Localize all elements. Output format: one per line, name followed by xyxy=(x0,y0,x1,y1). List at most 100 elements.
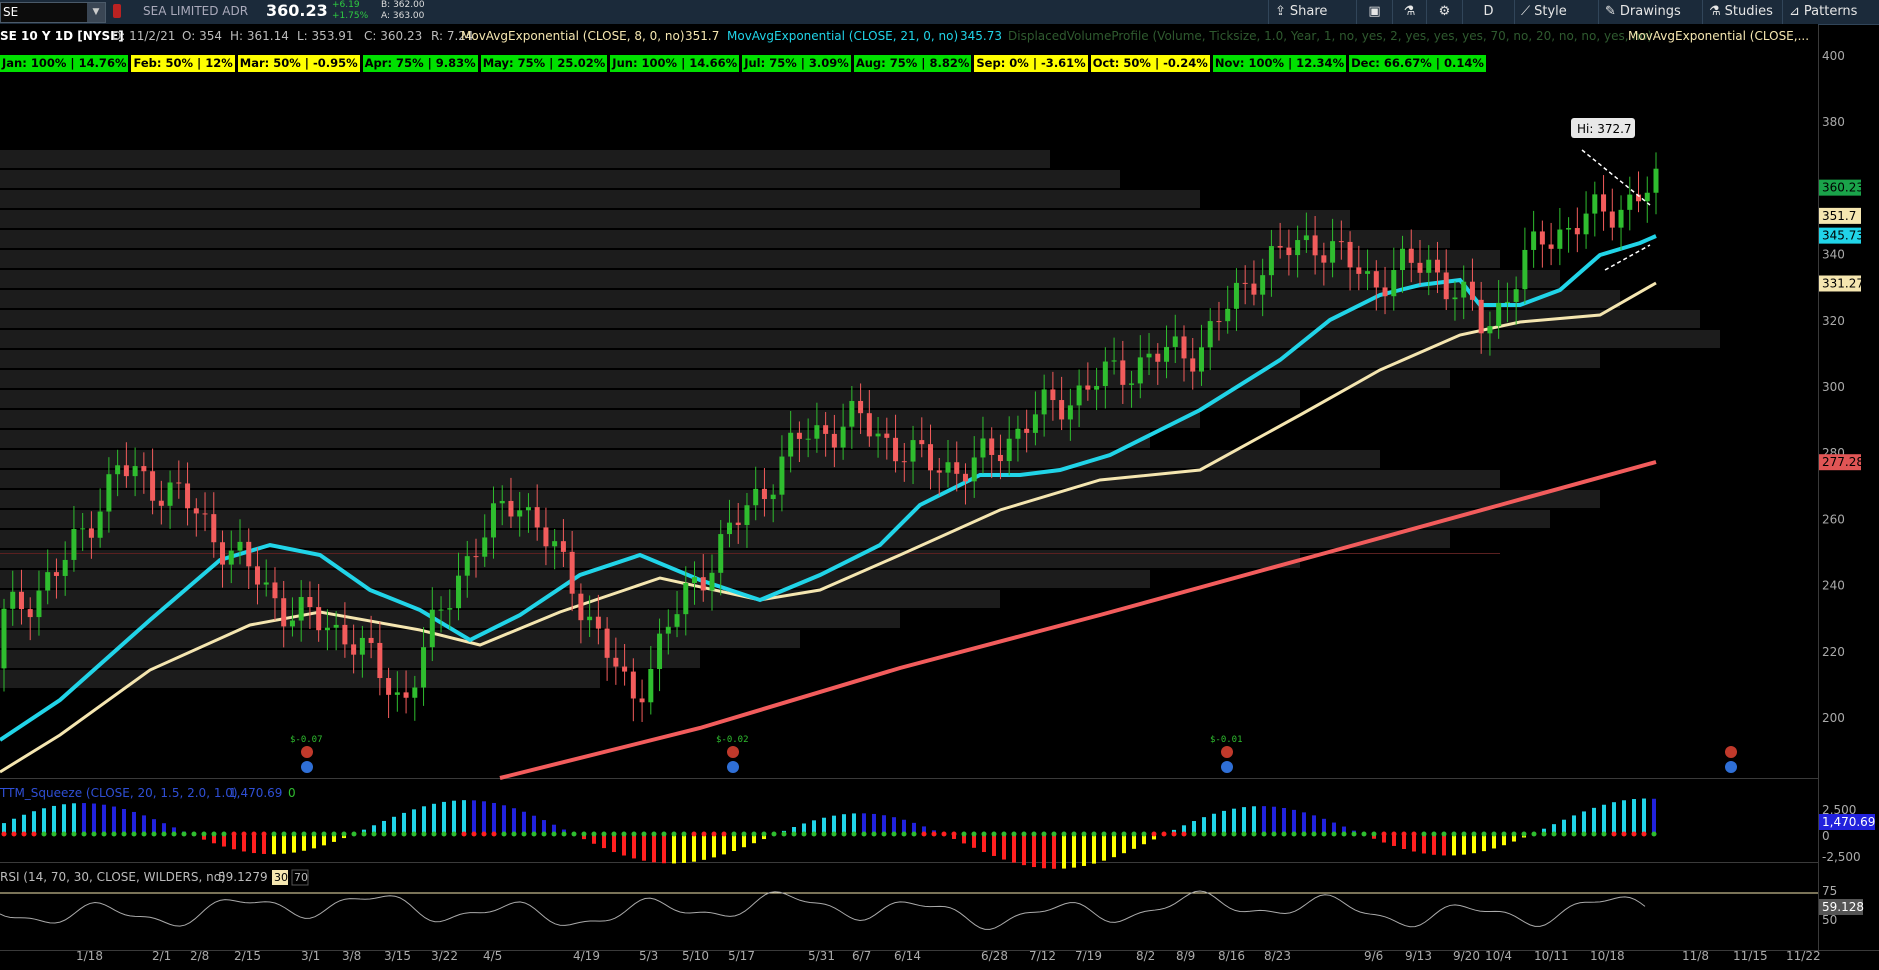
dvp-label[interactable]: DisplacedVolumeProfile (Volume, Ticksize… xyxy=(1008,24,1652,49)
squeeze-bar xyxy=(482,801,486,834)
dividend-icon[interactable] xyxy=(301,746,313,758)
price-axis-label: 240 xyxy=(1822,579,1845,593)
layout-icon: ▣ xyxy=(1368,4,1381,19)
squeeze-bar xyxy=(1412,834,1416,852)
squeeze-dot xyxy=(341,831,347,837)
squeeze-dot xyxy=(1331,831,1337,837)
squeeze-dot xyxy=(331,831,337,837)
earnings-icon[interactable] xyxy=(1221,761,1233,773)
dividend-icon[interactable] xyxy=(1725,746,1737,758)
drawings-button[interactable]: ✎ Drawings xyxy=(1598,0,1702,24)
squeeze-dot xyxy=(291,831,297,837)
earnings-icon[interactable] xyxy=(1725,761,1737,773)
candle-body xyxy=(831,433,837,448)
dividend-icon[interactable] xyxy=(1221,746,1233,758)
squeeze-dot xyxy=(1341,831,1347,837)
candle-body xyxy=(1627,194,1633,210)
squeeze-dot xyxy=(451,831,457,837)
dividend-icon[interactable] xyxy=(727,746,739,758)
squeeze-bar xyxy=(652,834,656,863)
squeeze-bar xyxy=(1592,807,1596,834)
earnings-icon[interactable] xyxy=(727,761,739,773)
rsi-label[interactable]: RSI (14, 70, 30, CLOSE, WILDERS, no) xyxy=(0,870,226,884)
price-tag-label: 345.73 xyxy=(1822,229,1864,243)
earnings-icon[interactable] xyxy=(301,761,313,773)
ema8-value: 351.7 xyxy=(685,29,720,43)
flag-icon[interactable] xyxy=(113,4,121,18)
settings-button[interactable]: ⚙ xyxy=(1426,0,1462,24)
candle-body xyxy=(1085,385,1091,390)
price-chart[interactable]: 400380360340320300280260240220200Hi: 372… xyxy=(0,0,1879,970)
volume-profile-bar xyxy=(0,230,1450,248)
candle-body xyxy=(858,400,864,414)
squeeze-dot xyxy=(551,831,557,837)
candle-body xyxy=(211,514,217,543)
candle-body xyxy=(1225,308,1231,322)
patterns-label: Patterns xyxy=(1803,4,1858,19)
chevron-down-icon[interactable]: ▼ xyxy=(87,3,105,22)
candle-body xyxy=(1207,321,1213,348)
squeeze-dot xyxy=(581,831,587,837)
ema8-label[interactable]: MovAvgExponential (CLOSE, 8, 0, no) xyxy=(461,24,685,49)
candle-body xyxy=(158,500,164,506)
squeeze-dot xyxy=(1001,831,1007,837)
squeeze-label[interactable]: TTM_Squeeze (CLOSE, 20, 1.5, 2.0, 1.0) xyxy=(0,786,238,800)
volume-profile-bar xyxy=(0,590,1000,608)
squeeze-dot xyxy=(241,831,247,837)
squeeze-bar xyxy=(872,813,876,834)
candle-body xyxy=(220,542,226,565)
candle-body xyxy=(1,608,7,669)
squeeze-bar xyxy=(832,815,836,834)
squeeze-dot xyxy=(691,831,697,837)
squeeze-bar xyxy=(112,806,116,834)
squeeze-dot xyxy=(1131,831,1137,837)
squeeze-dot xyxy=(871,831,877,837)
ema-more-label[interactable]: MovAvgExponential (CLOSE,... xyxy=(1628,24,1809,49)
squeeze-axis-mid: 0 xyxy=(1822,829,1830,843)
candle-body xyxy=(639,698,645,703)
volume-profile-bar xyxy=(0,510,1550,528)
period-button[interactable]: D xyxy=(1462,0,1514,24)
candle-body xyxy=(115,465,121,475)
squeeze-dot xyxy=(1451,831,1457,837)
squeeze-dot xyxy=(131,831,137,837)
candle-body xyxy=(1522,249,1528,290)
candle-body xyxy=(884,433,890,438)
symbol-input[interactable]: SE ▼ xyxy=(0,2,106,23)
squeeze-bar xyxy=(412,809,416,834)
squeeze-bar xyxy=(512,808,516,834)
candle-body xyxy=(141,466,147,472)
studies-button[interactable]: ⚗ Studies xyxy=(1702,0,1782,24)
rsi-tag: 59.128 xyxy=(1822,900,1864,914)
squeeze-dot xyxy=(491,831,497,837)
flask-button[interactable]: ⚗ xyxy=(1392,0,1426,24)
candle-body xyxy=(945,462,951,473)
date-axis-label: 9/20 xyxy=(1453,949,1480,963)
squeeze-dot xyxy=(251,831,257,837)
squeeze-bar xyxy=(1062,834,1066,869)
squeeze-bar xyxy=(492,802,496,834)
pane-divider[interactable] xyxy=(0,778,1818,779)
style-button[interactable]: ⟋ Style xyxy=(1514,0,1598,24)
ema21-label[interactable]: MovAvgExponential (CLOSE, 21, 0, no) xyxy=(727,24,958,49)
date-axis-label: 2/15 xyxy=(234,949,261,963)
candle-body xyxy=(421,647,427,688)
squeeze-dot xyxy=(371,831,377,837)
pane-divider[interactable] xyxy=(0,862,1818,863)
last-price: 360.23 xyxy=(266,1,328,20)
grid-layout-button[interactable]: ▣ xyxy=(1356,0,1392,24)
candle-body xyxy=(1601,194,1607,212)
candle-body xyxy=(482,537,488,557)
share-button[interactable]: ⇪ Share xyxy=(1268,0,1356,24)
squeeze-dot xyxy=(951,831,957,837)
candle-body xyxy=(464,556,470,576)
candle-body xyxy=(1277,246,1283,248)
squeeze-dot xyxy=(1481,831,1487,837)
squeeze-bar xyxy=(92,803,96,834)
dividend-label: $-0.07 xyxy=(290,735,323,745)
patterns-button[interactable]: ⊿ Patterns xyxy=(1782,0,1879,24)
candle-body xyxy=(823,425,829,434)
date-axis-label: 7/12 xyxy=(1029,949,1056,963)
squeeze-bar xyxy=(1232,808,1236,834)
squeeze-dot xyxy=(661,831,667,837)
